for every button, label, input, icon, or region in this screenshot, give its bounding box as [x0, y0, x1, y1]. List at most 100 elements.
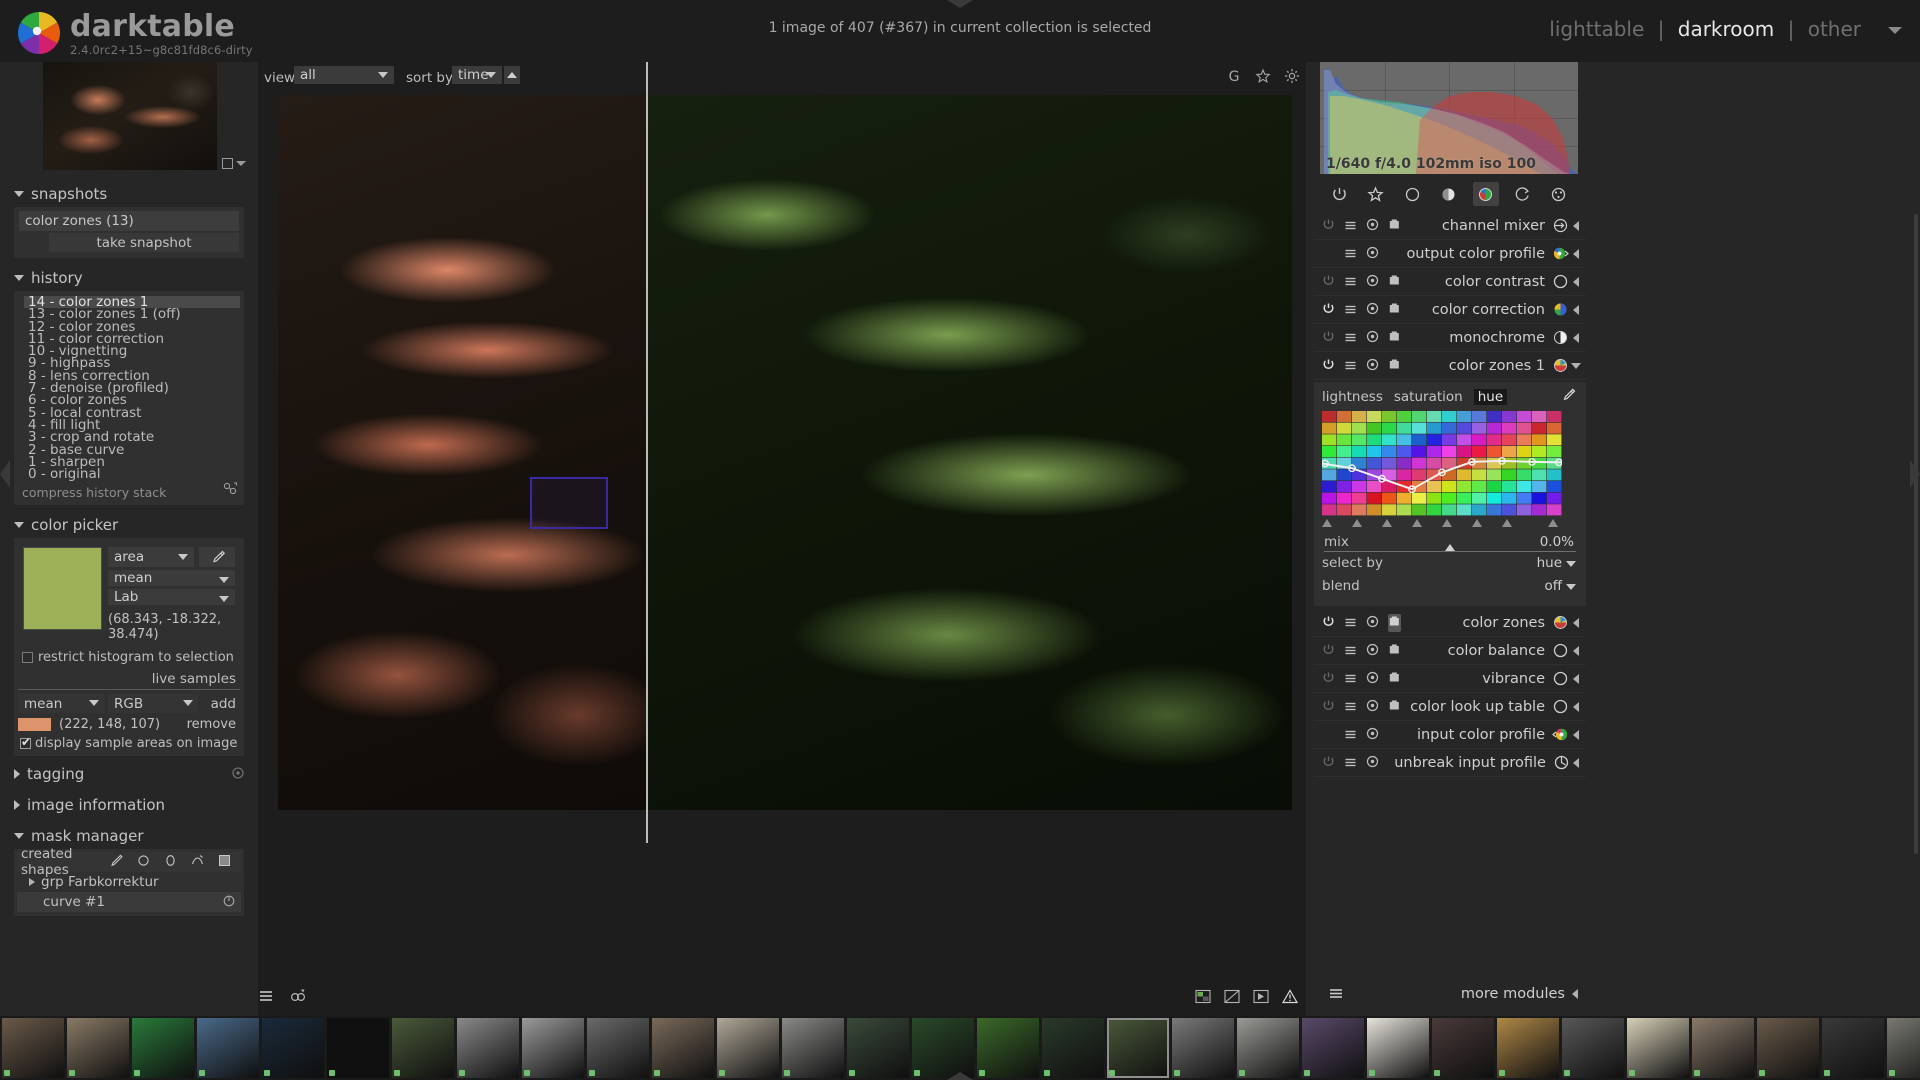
more-modules-row[interactable]: more modules — [1314, 980, 1586, 1008]
reset-parameters-icon[interactable] — [1366, 301, 1379, 319]
mask-manager-expander-icon[interactable] — [14, 832, 24, 839]
image-information-header[interactable]: image information — [14, 791, 244, 818]
filmstrip-thumbnail[interactable] — [522, 1018, 584, 1078]
module-layout-icon[interactable] — [1328, 987, 1344, 1004]
live-sample-row[interactable]: (222, 148, 107) remove — [18, 715, 240, 734]
module-expander-icon[interactable] — [1569, 617, 1582, 628]
fit-zoom-icon[interactable] — [222, 158, 233, 169]
navigation-preview[interactable] — [43, 62, 217, 170]
group-expander-icon[interactable] — [29, 878, 35, 887]
filmstrip-thumbnail[interactable] — [782, 1018, 844, 1078]
filmstrip-thumbnail[interactable] — [2, 1018, 64, 1078]
histogram-widget[interactable]: 1/640 f/4.0 102mm iso 100 — [1320, 62, 1578, 174]
module-row-input-color-profile[interactable]: input color profile — [1314, 721, 1586, 749]
zoom-dropdown-icon[interactable] — [236, 161, 246, 166]
reset-parameters-icon[interactable] — [1366, 329, 1379, 347]
filmstrip-thumbnail[interactable] — [262, 1018, 324, 1078]
module-row-unbreak-input-profile[interactable]: unbreak input profile — [1314, 749, 1586, 777]
picker-mode-dropdown[interactable]: area — [108, 547, 194, 568]
color-contrast-icon[interactable] — [1552, 273, 1569, 290]
module-row-color-balance[interactable]: color balance — [1314, 637, 1586, 665]
restrict-histogram-row[interactable]: restrict histogram to selection — [18, 647, 240, 665]
filmstrip-thumbnail[interactable] — [1432, 1018, 1494, 1078]
history-expander-icon[interactable] — [14, 274, 24, 281]
color-zones-icon[interactable] — [1552, 614, 1569, 631]
reset-parameters-icon[interactable] — [1366, 698, 1379, 716]
multi-instance-icon[interactable] — [1344, 642, 1357, 660]
tone-group-icon[interactable] — [1436, 182, 1462, 206]
view-lighttable[interactable]: lighttable — [1546, 17, 1647, 41]
ellipse-icon[interactable] — [164, 854, 177, 871]
multi-instance-icon[interactable] — [1344, 614, 1357, 632]
module-row-color-zones-1[interactable]: color zones 1 — [1314, 352, 1586, 380]
filmstrip-thumbnail[interactable] — [197, 1018, 259, 1078]
view-filter-dropdown[interactable]: all — [294, 66, 394, 84]
power-toggle-icon[interactable] — [1322, 217, 1335, 235]
eyedropper-icon[interactable] — [1560, 388, 1576, 407]
gradient-icon[interactable] — [218, 854, 231, 871]
power-toggle-icon[interactable] — [1322, 273, 1335, 291]
module-expander-icon[interactable] — [1569, 729, 1582, 740]
mix-slider-handle[interactable] — [1444, 544, 1455, 551]
filmstrip-thumbnail[interactable] — [1497, 1018, 1559, 1078]
restrict-histogram-checkbox[interactable] — [22, 652, 33, 664]
presets-menu-icon[interactable] — [1388, 357, 1401, 375]
module-row-color-zones[interactable]: color zones — [1314, 609, 1586, 637]
presets-menu-icon[interactable] — [1388, 613, 1401, 632]
power-toggle-icon[interactable] — [1322, 698, 1335, 716]
color-picker-eyedropper-button[interactable] — [199, 547, 235, 568]
reset-parameters-icon[interactable] — [1366, 245, 1379, 263]
reset-parameters-icon[interactable] — [1366, 754, 1379, 772]
multi-instance-icon[interactable] — [1344, 670, 1357, 688]
select-by-dropdown[interactable]: select by hue — [1322, 555, 1578, 575]
picker-colorspace-dropdown[interactable]: Lab — [108, 589, 235, 606]
navigation-zoom-controls[interactable] — [222, 158, 246, 171]
color-zones-curve-widget[interactable] — [1322, 411, 1562, 516]
grouping-icon[interactable]: G — [1226, 68, 1242, 88]
mix-slider-track[interactable] — [1324, 551, 1576, 552]
snapshots-header[interactable]: snapshots — [14, 180, 244, 207]
filmstrip-thumbnail[interactable] — [132, 1018, 194, 1078]
mask-manager-header[interactable]: mask manager — [14, 822, 244, 849]
filmstrip[interactable] — [0, 1016, 1920, 1080]
mask-shape-row[interactable]: curve #1 — [17, 892, 241, 913]
multi-instance-icon[interactable] — [1344, 754, 1357, 772]
presets-menu-icon[interactable] — [1388, 670, 1401, 688]
filmstrip-thumbnail[interactable] — [327, 1018, 389, 1078]
filmstrip-thumbnail[interactable] — [67, 1018, 129, 1078]
sample-statistic-dropdown[interactable]: mean — [18, 694, 104, 714]
power-toggle-icon[interactable] — [1322, 670, 1335, 688]
tagging-expander-icon[interactable] — [14, 768, 20, 779]
view-dropdown-chevron-icon[interactable] — [1888, 27, 1902, 34]
filmstrip-thumbnail[interactable] — [1822, 1018, 1884, 1078]
filmstrip-thumbnail[interactable] — [1302, 1018, 1364, 1078]
filmstrip-thumbnail[interactable] — [847, 1018, 909, 1078]
reset-parameters-icon[interactable] — [1366, 670, 1379, 688]
module-expander-icon[interactable] — [1569, 701, 1582, 712]
module-row-monochrome[interactable]: monochrome — [1314, 324, 1586, 352]
view-other[interactable]: other — [1805, 17, 1864, 41]
module-row-color-correction[interactable]: color correction — [1314, 296, 1586, 324]
filmstrip-thumbnail[interactable] — [1107, 1018, 1169, 1078]
color-zones-node-markers[interactable] — [1322, 519, 1562, 530]
multi-instance-icon[interactable] — [1344, 273, 1357, 291]
module-row-channel-mixer[interactable]: channel mixer — [1314, 212, 1586, 240]
module-expander-icon[interactable] — [1569, 673, 1582, 684]
filmstrip-thumbnail[interactable] — [1172, 1018, 1234, 1078]
module-row-color-look-up-table[interactable]: color look up table — [1314, 693, 1586, 721]
tab-hue[interactable]: hue — [1473, 389, 1508, 405]
compress-history-stack-button[interactable]: compress history stack — [18, 480, 240, 501]
color-picker-expander-icon[interactable] — [14, 521, 24, 528]
reset-parameters-icon[interactable] — [1366, 642, 1379, 660]
view-darkroom[interactable]: darkroom — [1675, 17, 1778, 41]
take-snapshot-button[interactable]: take snapshot — [49, 233, 239, 252]
filmstrip-thumbnail[interactable] — [717, 1018, 779, 1078]
presets-menu-icon[interactable] — [1388, 329, 1401, 347]
top-panel-handle[interactable] — [947, 0, 973, 8]
reset-parameters-icon[interactable] — [1366, 217, 1379, 235]
tab-lightness[interactable]: lightness — [1322, 389, 1383, 405]
left-panel-collapse-handle[interactable] — [0, 460, 10, 488]
filmstrip-thumbnail[interactable] — [1237, 1018, 1299, 1078]
more-modules-expander-icon[interactable] — [1572, 989, 1578, 999]
power-toggle-icon[interactable] — [1322, 642, 1335, 660]
